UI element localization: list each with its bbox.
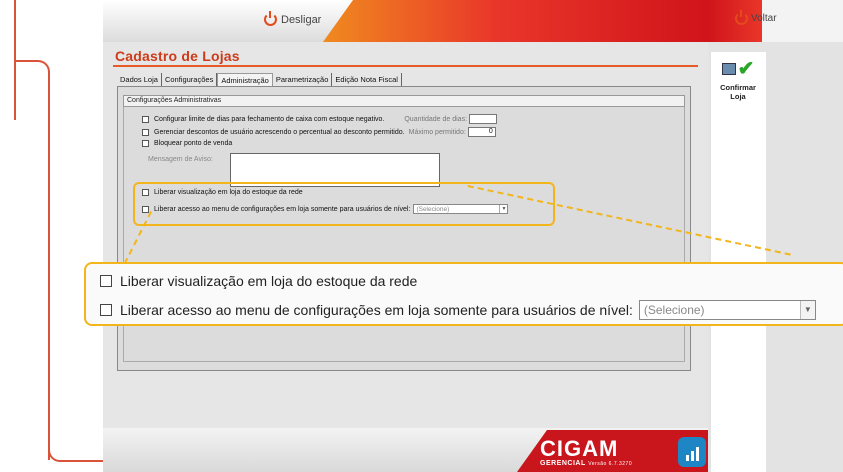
connector-line: [14, 60, 50, 460]
cigam-logo: CIGAM GERENCIAL Versão 6.7.3270: [540, 436, 632, 468]
brand-subtitle: GERENCIAL Versão 6.7.3270: [540, 460, 632, 467]
panel-heading: Configurações Administrativas: [123, 95, 685, 107]
tab-configuracoes[interactable]: Configurações: [162, 73, 218, 87]
tab-administracao[interactable]: Administração: [217, 73, 273, 87]
confirmar-loja-button[interactable]: ✔ Confirmar Loja: [713, 55, 763, 113]
callout-checkbox[interactable]: [100, 304, 112, 316]
select-value: (Selecione): [643, 303, 705, 317]
option-label: Bloquear ponto de venda: [154, 140, 233, 147]
desligar-label: Desligar: [281, 13, 322, 26]
field-label: Máximo permitido:: [408, 128, 466, 136]
callout-checkbox[interactable]: [100, 275, 112, 287]
computer-icon: [721, 63, 736, 75]
tab-dados-loja[interactable]: Dados Loja: [117, 73, 162, 87]
voltar-button[interactable]: Voltar: [735, 10, 777, 25]
callout-nivel-select[interactable]: (Selecione) ▼: [638, 300, 816, 320]
option-limite-dias: Configurar limite de dias para fechament…: [142, 114, 498, 124]
header-banner: [323, 0, 708, 42]
checkmark-icon: ✔: [737, 58, 755, 80]
title-divider: [113, 65, 698, 67]
maximo-permitido-input[interactable]: 0: [467, 127, 496, 137]
back-icon: [735, 10, 748, 25]
callout-label: Liberar acesso ao menu de configurações …: [120, 302, 633, 318]
callout-option-2: Liberar acesso ao menu de configurações …: [100, 300, 816, 320]
tab-edicao-nota-fiscal[interactable]: Edição Nota Fiscal: [332, 73, 402, 87]
version-label: Versão 6.7.3270: [588, 461, 633, 467]
brand-name: CIGAM: [540, 436, 619, 461]
desligar-button[interactable]: Desligar: [264, 11, 322, 26]
option-label: Configurar limite de dias para fechament…: [154, 115, 385, 123]
highlight-box: [133, 182, 555, 226]
option-bloquear-pdv: Bloquear ponto de venda: [142, 140, 232, 147]
page-title: Cadastro de Lojas: [115, 48, 240, 64]
callout-option-1: Liberar visualização em loja do estoque …: [100, 273, 417, 289]
zoom-callout: Liberar visualização em loja do estoque …: [84, 262, 843, 326]
chevron-down-icon: ▼: [799, 301, 815, 319]
tab-parametrizacao[interactable]: Parametrização: [273, 73, 333, 87]
descontos-checkbox[interactable]: [142, 128, 149, 136]
limite-dias-checkbox[interactable]: [142, 115, 149, 123]
tab-bar: Dados Loja Configurações Administração P…: [117, 73, 402, 87]
confirm-icons: ✔: [713, 55, 763, 83]
field-label: Quantidade de dias:: [404, 115, 468, 123]
power-icon: [264, 11, 277, 26]
callout-label: Liberar visualização em loja do estoque …: [120, 273, 418, 289]
confirm-label: Confirmar Loja: [720, 83, 756, 101]
brand-edition: GERENCIAL: [540, 460, 586, 467]
option-label: Gerenciar descontos de usuário acrescend…: [154, 128, 405, 136]
quantidade-dias-input[interactable]: [469, 114, 498, 124]
mensagem-label: Mensagem de Aviso:: [148, 156, 213, 163]
app-window: Desligar Cadastro de Lojas Dados Loja Co…: [103, 0, 708, 472]
voltar-label: Voltar: [751, 13, 777, 24]
chart-logo-icon: [678, 437, 706, 467]
screenshot-stage: Desligar Cadastro de Lojas Dados Loja Co…: [0, 0, 843, 472]
option-gerenciar-descontos: Gerenciar descontos de usuário acrescend…: [142, 127, 496, 137]
bloquear-checkbox[interactable]: [142, 140, 149, 147]
